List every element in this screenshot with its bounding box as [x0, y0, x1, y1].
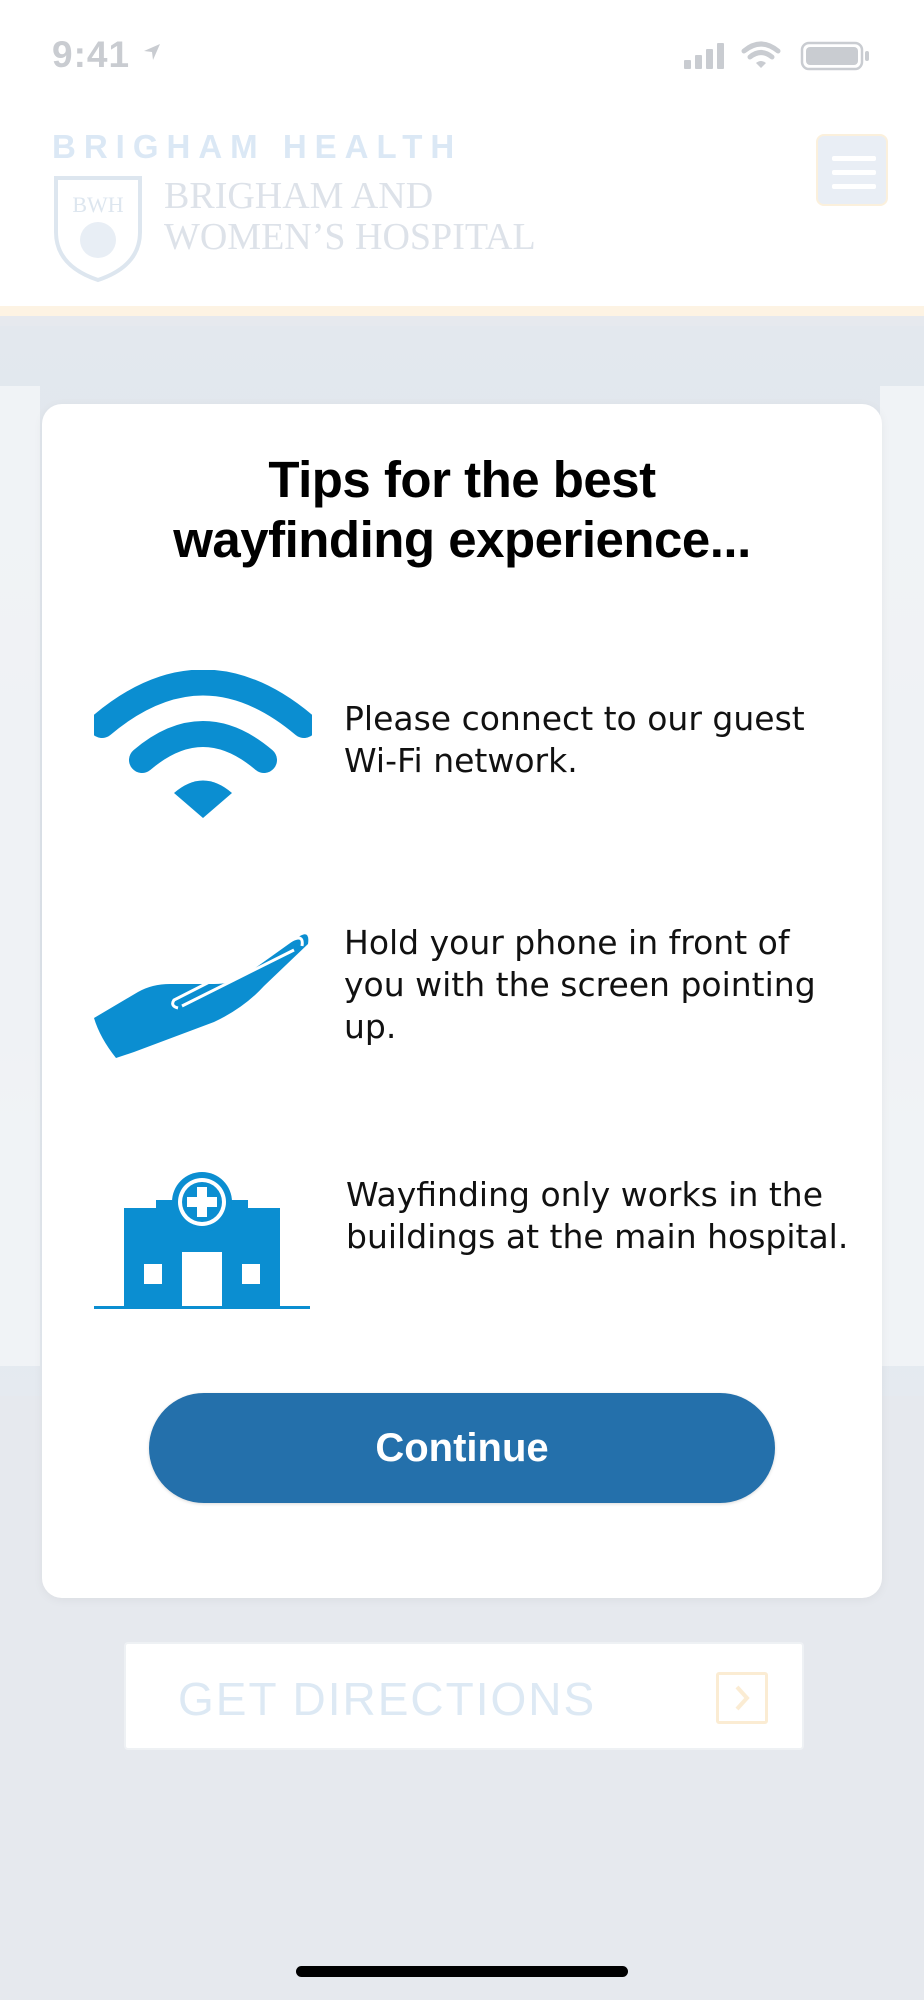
wayfinding-tips-modal: Tips for the best wayfinding experience.…	[42, 404, 882, 1598]
hospital-building-icon	[94, 1172, 310, 1315]
app-header: BRIGHAM HEALTH BWH BRIGHAM AND WOMEN’S H…	[0, 110, 924, 316]
hand-holding-phone-icon	[94, 922, 314, 1063]
modal-title-line1: Tips for the best	[268, 451, 656, 508]
svg-text:BWH: BWH	[72, 192, 123, 217]
status-bar: 9:41	[0, 0, 924, 110]
status-time: 9:41	[52, 34, 131, 75]
menu-bar	[832, 184, 876, 189]
wifi-icon	[741, 41, 781, 68]
cellular-signal-icon	[684, 43, 724, 69]
building-right-edge	[880, 386, 924, 1366]
hospital-name: BRIGHAM AND WOMEN’S HOSPITAL	[164, 176, 536, 258]
building-left-edge	[0, 386, 40, 1366]
hospital-name-line2: WOMEN’S HOSPITAL	[164, 216, 536, 258]
tip-hold-phone-text: Hold your phone in front of you with the…	[344, 923, 816, 1046]
menu-bar	[832, 170, 876, 175]
hamburger-menu-icon[interactable]	[816, 134, 888, 206]
bwh-shield-logo: BWH	[52, 174, 144, 289]
menu-bar	[832, 156, 876, 161]
chevron-right-icon	[716, 1672, 768, 1724]
get-directions-label: GET DIRECTIONS	[178, 1673, 597, 1725]
battery-icon	[800, 41, 869, 71]
brand-top-text: BRIGHAM HEALTH	[52, 128, 463, 165]
modal-title: Tips for the best wayfinding experience.…	[42, 450, 882, 570]
status-icons	[684, 40, 884, 77]
home-indicator[interactable]	[296, 1966, 628, 1977]
tip-wifi-text: Please connect to our guest Wi-Fi networ…	[344, 699, 805, 780]
location-arrow-icon	[142, 42, 162, 67]
tip-hospital-text: Wayfinding only works in the buildings a…	[346, 1175, 849, 1256]
wifi-icon	[89, 669, 317, 825]
get-directions-button[interactable]: GET DIRECTIONS	[124, 1642, 804, 1750]
continue-button[interactable]: Continue	[149, 1393, 775, 1503]
hospital-name-line1: BRIGHAM AND	[164, 175, 434, 217]
modal-title-line2: wayfinding experience...	[173, 511, 751, 568]
